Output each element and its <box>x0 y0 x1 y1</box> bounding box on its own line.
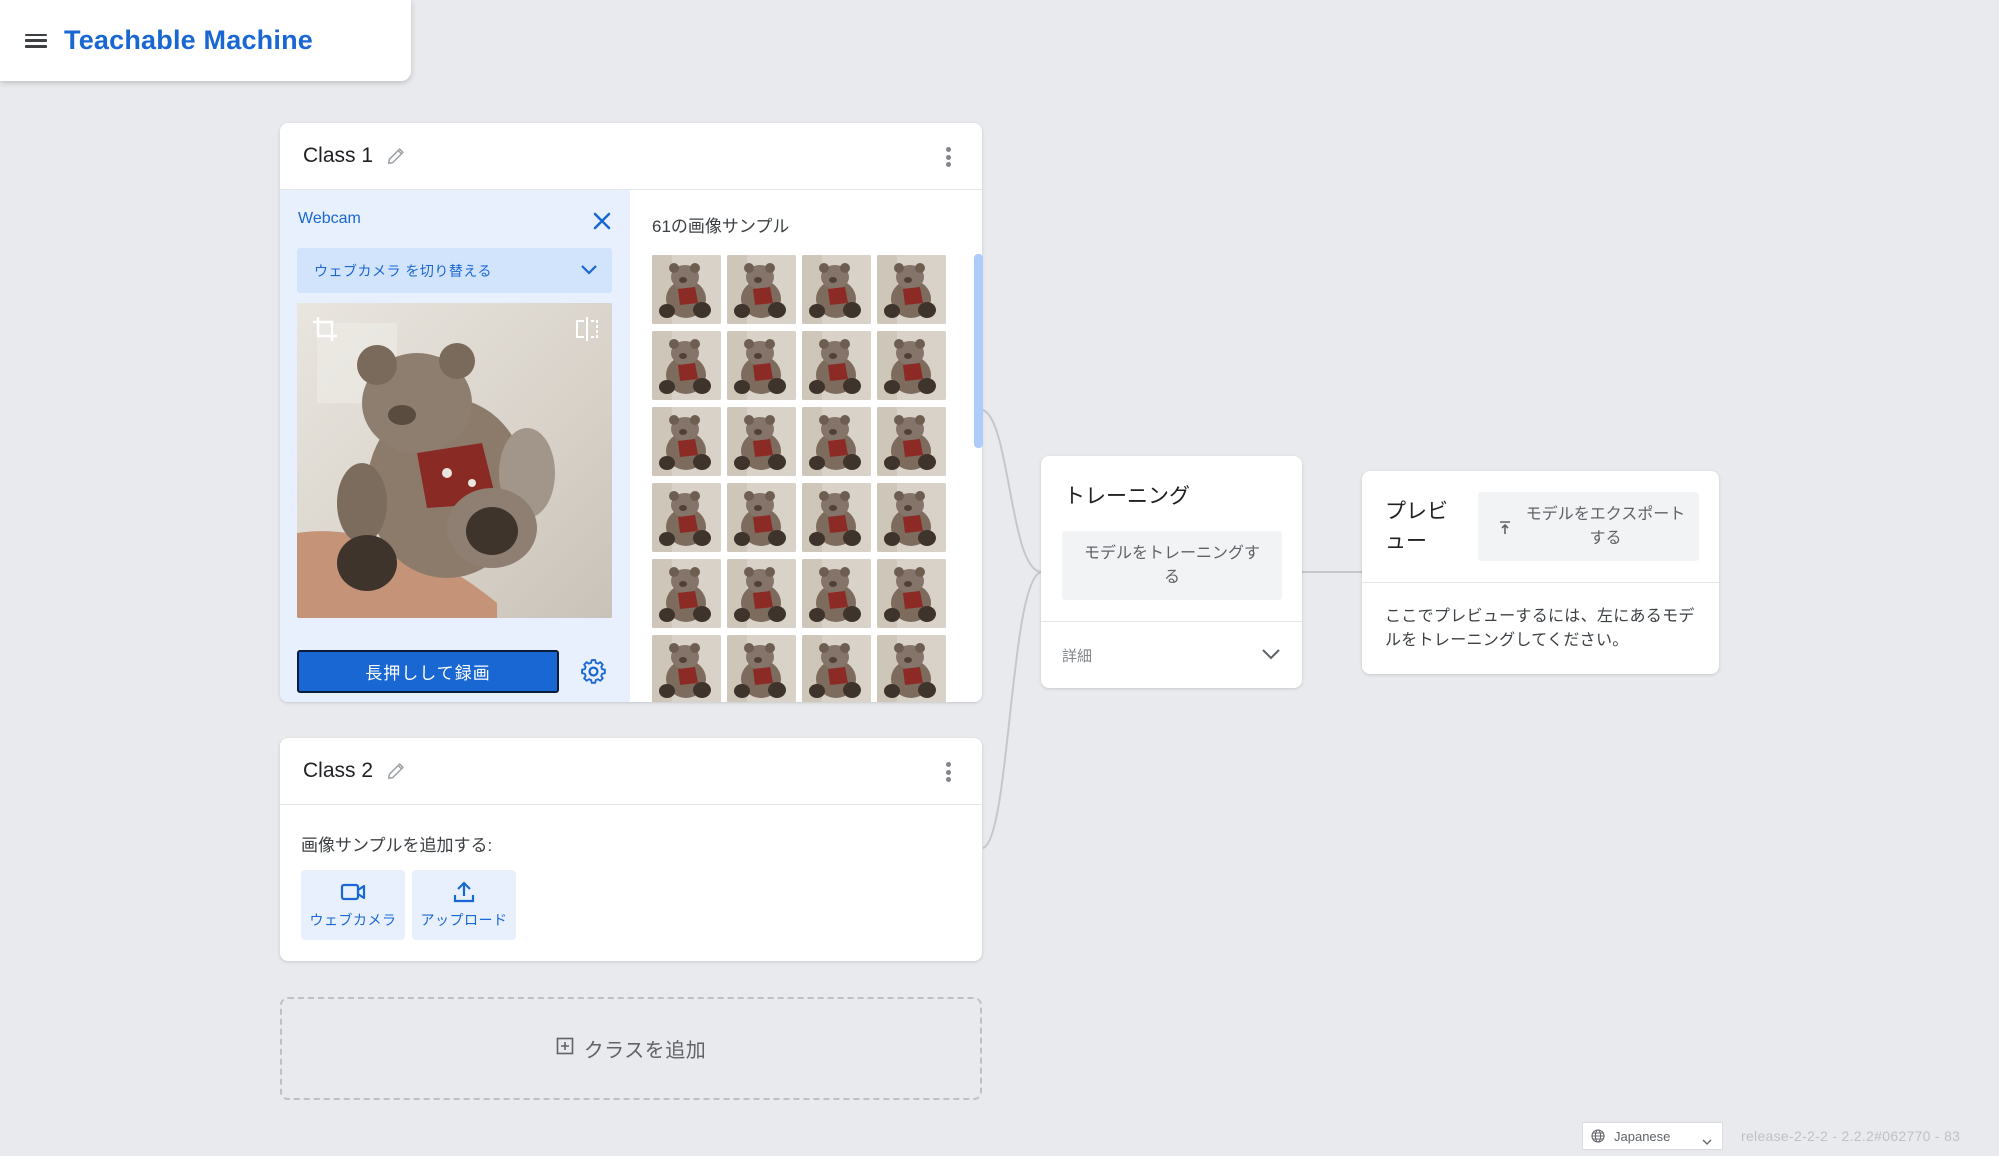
language-value: Japanese <box>1614 1128 1671 1144</box>
crop-icon[interactable] <box>311 315 339 343</box>
sample-thumbnail[interactable] <box>802 483 871 552</box>
add-samples-label: 画像サンプルを追加する: <box>301 836 493 855</box>
pencil-icon[interactable] <box>385 145 407 167</box>
switch-webcam-label: ウェブカメラ を切り替える <box>314 262 492 279</box>
class-card-1: Class 1 Webcam ウェブカメラ を切り替える 長押しして録画 61の… <box>280 123 982 702</box>
pencil-icon[interactable] <box>385 760 407 782</box>
sample-thumbnail[interactable] <box>727 483 796 552</box>
add-class-button[interactable]: クラスを追加 <box>280 997 982 1100</box>
sample-thumbnail[interactable] <box>652 635 721 702</box>
sample-thumbnail[interactable] <box>727 407 796 476</box>
language-select[interactable]: Japanese <box>1582 1122 1723 1150</box>
sample-thumbnail[interactable] <box>802 407 871 476</box>
sample-thumbnail[interactable] <box>877 635 946 702</box>
webcam-title: Webcam <box>298 210 361 227</box>
class-title[interactable]: Class 1 <box>303 144 373 168</box>
switch-webcam-dropdown[interactable]: ウェブカメラ を切り替える <box>297 248 612 293</box>
sample-thumbnail[interactable] <box>802 635 871 702</box>
add-box-icon <box>556 1037 574 1060</box>
chevron-down-icon <box>1702 1133 1712 1145</box>
webcam-preview <box>297 303 612 618</box>
sample-thumbnail[interactable] <box>877 331 946 400</box>
sample-thumbnail[interactable] <box>877 255 946 324</box>
flip-icon[interactable] <box>574 315 600 343</box>
samples-scrollbar[interactable] <box>974 254 983 448</box>
gear-icon[interactable] <box>580 658 607 685</box>
webcam-source-label: ウェブカメラ <box>309 912 397 928</box>
menu-icon[interactable] <box>24 31 48 51</box>
more-vert-icon[interactable] <box>946 147 952 167</box>
webcam-panel: Webcam ウェブカメラ を切り替える 長押しして録画 <box>280 190 630 702</box>
export-icon <box>1498 519 1512 535</box>
details-toggle[interactable]: 詳細 <box>1041 622 1302 688</box>
details-label: 詳細 <box>1062 647 1093 665</box>
sample-thumbnail[interactable] <box>652 331 721 400</box>
chevron-down-icon <box>580 262 598 278</box>
training-title: トレーニング <box>1064 485 1190 508</box>
samples-count: 61の画像サンプル <box>652 217 790 236</box>
preview-message: ここでプレビューするには、左にあるモデルをトレーニングしてください。 <box>1385 608 1695 649</box>
train-model-button[interactable]: モデルをトレーニングする <box>1062 531 1282 600</box>
sample-thumbnail[interactable] <box>727 559 796 628</box>
class-header: Class 1 <box>280 123 982 190</box>
hold-to-record-button[interactable]: 長押しして録画 <box>297 650 559 693</box>
sample-thumbnail[interactable] <box>802 255 871 324</box>
chevron-down-icon <box>1261 646 1281 662</box>
sample-thumbnail[interactable] <box>877 407 946 476</box>
app-logo[interactable]: Teachable Machine <box>64 25 313 56</box>
sample-thumbnail[interactable] <box>652 407 721 476</box>
upload-source-label: アップロード <box>420 912 508 928</box>
version-label: release-2-2-2 - 2.2.2#062770 - 83 <box>1741 1128 1961 1144</box>
export-model-button[interactable]: モデルをエクスポートする <box>1478 492 1699 561</box>
preview-card: プレビュー モデルをエクスポートする ここでプレビューするには、左にあるモデルを… <box>1362 471 1719 674</box>
preview-title: プレビュー <box>1385 500 1448 553</box>
sample-thumbnail[interactable] <box>727 331 796 400</box>
teddy-bear-image <box>297 303 612 618</box>
app-header: Teachable Machine <box>0 0 411 81</box>
more-vert-icon[interactable] <box>946 762 952 782</box>
sample-thumbnail[interactable] <box>652 483 721 552</box>
samples-grid <box>652 255 946 702</box>
webcam-source-button[interactable]: ウェブカメラ <box>301 870 405 940</box>
training-card: トレーニング モデルをトレーニングする 詳細 <box>1041 456 1302 688</box>
sample-thumbnail[interactable] <box>802 331 871 400</box>
sample-thumbnail[interactable] <box>727 255 796 324</box>
class-card-2: Class 2 画像サンプルを追加する: ウェブカメラ アップロード <box>280 738 982 961</box>
divider <box>1362 582 1719 583</box>
globe-icon <box>1591 1129 1605 1143</box>
samples-panel: 61の画像サンプル <box>630 190 982 702</box>
export-model-label: モデルをエクスポートする <box>1525 505 1686 547</box>
upload-icon <box>450 880 478 904</box>
videocam-icon <box>339 880 367 904</box>
close-icon[interactable] <box>591 210 613 232</box>
sample-thumbnail[interactable] <box>802 559 871 628</box>
sample-thumbnail[interactable] <box>877 483 946 552</box>
sample-thumbnail[interactable] <box>652 559 721 628</box>
class-header: Class 2 <box>280 738 982 805</box>
sample-thumbnail[interactable] <box>727 635 796 702</box>
sample-thumbnail[interactable] <box>652 255 721 324</box>
upload-source-button[interactable]: アップロード <box>412 870 516 940</box>
add-class-label: クラスを追加 <box>583 1040 707 1062</box>
class-title[interactable]: Class 2 <box>303 759 373 783</box>
sample-thumbnail[interactable] <box>877 559 946 628</box>
